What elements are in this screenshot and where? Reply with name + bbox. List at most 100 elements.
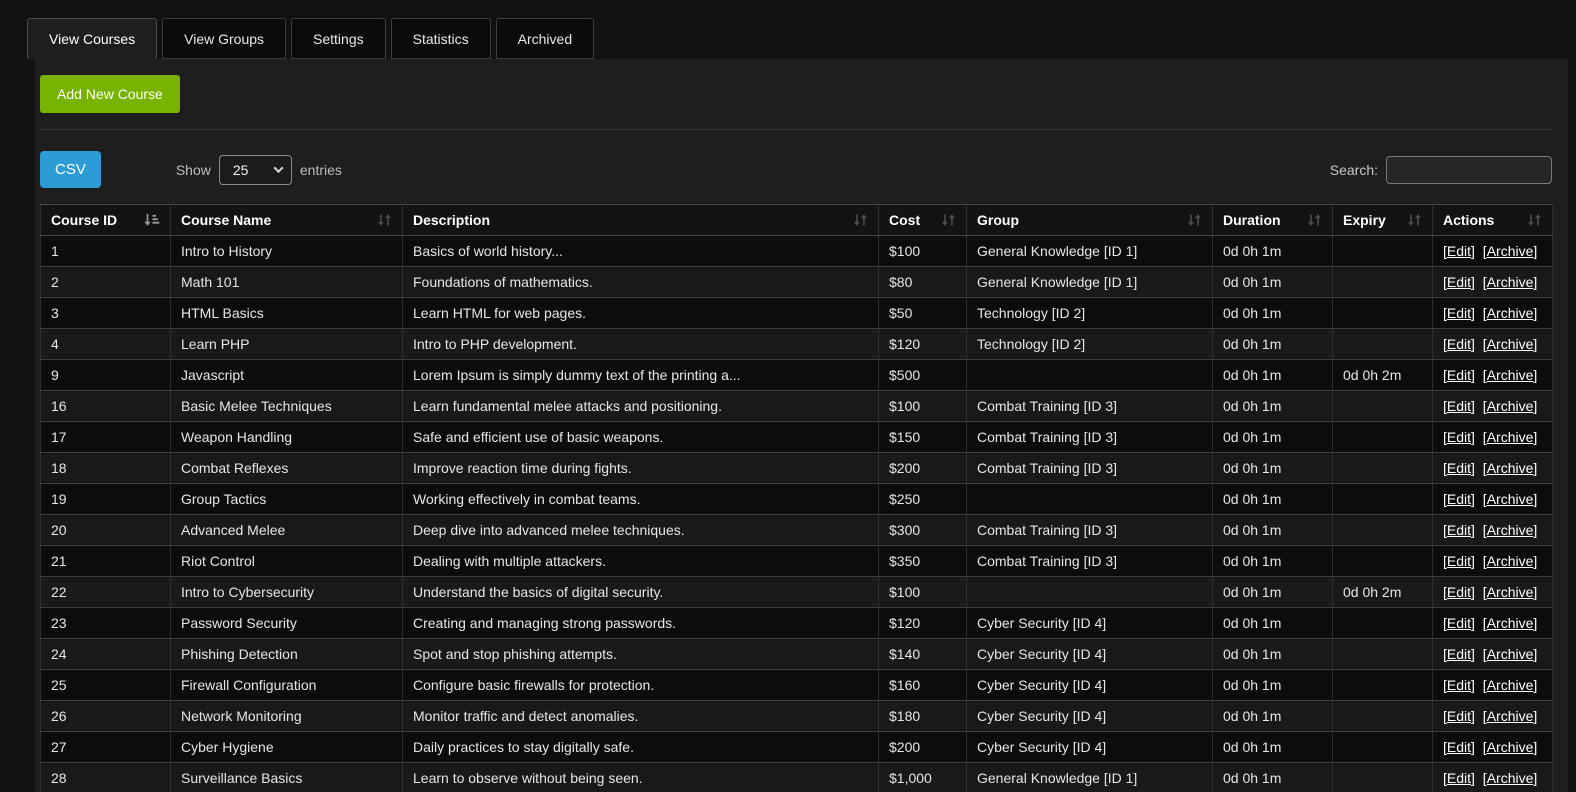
- cell-description: Learn fundamental melee attacks and posi…: [403, 391, 879, 422]
- archive-link[interactable]: [Archive]: [1483, 491, 1537, 507]
- cell-course-id: 16: [41, 391, 171, 422]
- edit-link[interactable]: [Edit]: [1443, 460, 1475, 476]
- cell-description: Intro to PHP development.: [403, 329, 879, 360]
- archive-link[interactable]: [Archive]: [1483, 770, 1537, 786]
- cell-course-id: 19: [41, 484, 171, 515]
- col-header-label: Course Name: [181, 212, 271, 228]
- show-label: Show: [176, 162, 211, 178]
- tab-archived[interactable]: Archived: [496, 18, 594, 59]
- tab-settings[interactable]: Settings: [291, 18, 386, 59]
- col-header-duration[interactable]: Duration: [1213, 205, 1333, 236]
- archive-link[interactable]: [Archive]: [1483, 429, 1537, 445]
- edit-link[interactable]: [Edit]: [1443, 522, 1475, 538]
- sort-icon[interactable]: [853, 213, 868, 227]
- cell-expiry: [1333, 701, 1433, 732]
- col-header-expiry[interactable]: Expiry: [1333, 205, 1433, 236]
- archive-link[interactable]: [Archive]: [1483, 243, 1537, 259]
- cell-expiry: [1333, 546, 1433, 577]
- cell-description: Safe and efficient use of basic weapons.: [403, 422, 879, 453]
- cell-duration: 0d 0h 1m: [1213, 360, 1333, 391]
- edit-link[interactable]: [Edit]: [1443, 336, 1475, 352]
- sort-icon[interactable]: [1407, 213, 1422, 227]
- edit-link[interactable]: [Edit]: [1443, 553, 1475, 569]
- edit-link[interactable]: [Edit]: [1443, 708, 1475, 724]
- edit-link[interactable]: [Edit]: [1443, 677, 1475, 693]
- edit-link[interactable]: [Edit]: [1443, 429, 1475, 445]
- sort-icon[interactable]: [1187, 213, 1202, 227]
- archive-link[interactable]: [Archive]: [1483, 615, 1537, 631]
- archive-link[interactable]: [Archive]: [1483, 274, 1537, 290]
- col-header-actions[interactable]: Actions: [1433, 205, 1553, 236]
- cell-actions: [Edit] [Archive]: [1433, 515, 1553, 546]
- cell-expiry: [1333, 763, 1433, 792]
- cell-cost: $100: [879, 391, 967, 422]
- archive-link[interactable]: [Archive]: [1483, 398, 1537, 414]
- cell-group: Combat Training [ID 3]: [967, 515, 1213, 546]
- archive-link[interactable]: [Archive]: [1483, 646, 1537, 662]
- archive-link[interactable]: [Archive]: [1483, 305, 1537, 321]
- archive-link[interactable]: [Archive]: [1483, 460, 1537, 476]
- sort-icon[interactable]: [1307, 213, 1322, 227]
- cell-actions: [Edit] [Archive]: [1433, 422, 1553, 453]
- cell-duration: 0d 0h 1m: [1213, 391, 1333, 422]
- archive-link[interactable]: [Archive]: [1483, 553, 1537, 569]
- page-length-value: 25: [233, 162, 249, 178]
- archive-link[interactable]: [Archive]: [1483, 739, 1537, 755]
- archive-link[interactable]: [Archive]: [1483, 677, 1537, 693]
- edit-link[interactable]: [Edit]: [1443, 398, 1475, 414]
- col-header-course-id[interactable]: Course ID: [41, 205, 171, 236]
- archive-link[interactable]: [Archive]: [1483, 336, 1537, 352]
- col-header-label: Course ID: [51, 212, 117, 228]
- archive-link[interactable]: [Archive]: [1483, 708, 1537, 724]
- cell-course-id: 4: [41, 329, 171, 360]
- page-length-select[interactable]: 25: [219, 155, 292, 185]
- edit-link[interactable]: [Edit]: [1443, 739, 1475, 755]
- sort-amount-asc-icon[interactable]: [144, 213, 160, 227]
- cell-course-name: Intro to History: [171, 236, 403, 267]
- table-header-row: Course ID Course Name DescriptionCostGroup…: [41, 205, 1553, 236]
- cell-expiry: [1333, 608, 1433, 639]
- cell-duration: 0d 0h 1m: [1213, 546, 1333, 577]
- edit-link[interactable]: [Edit]: [1443, 274, 1475, 290]
- cell-group: Cyber Security [ID 4]: [967, 670, 1213, 701]
- col-header-description[interactable]: Description: [403, 205, 879, 236]
- search-input[interactable]: [1386, 156, 1552, 184]
- add-new-course-button[interactable]: Add New Course: [40, 75, 180, 113]
- sort-icon[interactable]: [1527, 213, 1542, 227]
- cell-course-name: Firewall Configuration: [171, 670, 403, 701]
- archive-link[interactable]: [Archive]: [1483, 522, 1537, 538]
- tab-statistics[interactable]: Statistics: [391, 18, 491, 59]
- cell-actions: [Edit] [Archive]: [1433, 391, 1553, 422]
- table-row: 25Firewall ConfigurationConfigure basic …: [41, 670, 1553, 701]
- edit-link[interactable]: [Edit]: [1443, 491, 1475, 507]
- cell-cost: $160: [879, 670, 967, 701]
- col-header-label: Expiry: [1343, 212, 1386, 228]
- sort-icon[interactable]: [941, 213, 956, 227]
- edit-link[interactable]: [Edit]: [1443, 770, 1475, 786]
- col-header-group[interactable]: Group: [967, 205, 1213, 236]
- cell-course-name: Math 101: [171, 267, 403, 298]
- cell-duration: 0d 0h 1m: [1213, 267, 1333, 298]
- csv-export-button[interactable]: CSV: [40, 151, 101, 188]
- sort-icon[interactable]: [377, 213, 392, 227]
- edit-link[interactable]: [Edit]: [1443, 646, 1475, 662]
- col-header-cost[interactable]: Cost: [879, 205, 967, 236]
- edit-link[interactable]: [Edit]: [1443, 243, 1475, 259]
- cell-duration: 0d 0h 1m: [1213, 608, 1333, 639]
- archive-link[interactable]: [Archive]: [1483, 367, 1537, 383]
- cell-actions: [Edit] [Archive]: [1433, 360, 1553, 391]
- cell-actions: [Edit] [Archive]: [1433, 639, 1553, 670]
- cell-group: Technology [ID 2]: [967, 329, 1213, 360]
- edit-link[interactable]: [Edit]: [1443, 367, 1475, 383]
- edit-link[interactable]: [Edit]: [1443, 615, 1475, 631]
- table-row: 1Intro to HistoryBasics of world history…: [41, 236, 1553, 267]
- cell-cost: $140: [879, 639, 967, 670]
- cell-expiry: [1333, 453, 1433, 484]
- tab-view-groups[interactable]: View Groups: [162, 18, 286, 59]
- cell-course-id: 23: [41, 608, 171, 639]
- edit-link[interactable]: [Edit]: [1443, 584, 1475, 600]
- col-header-course-name[interactable]: Course Name: [171, 205, 403, 236]
- tab-view-courses[interactable]: View Courses: [27, 18, 157, 59]
- edit-link[interactable]: [Edit]: [1443, 305, 1475, 321]
- archive-link[interactable]: [Archive]: [1483, 584, 1537, 600]
